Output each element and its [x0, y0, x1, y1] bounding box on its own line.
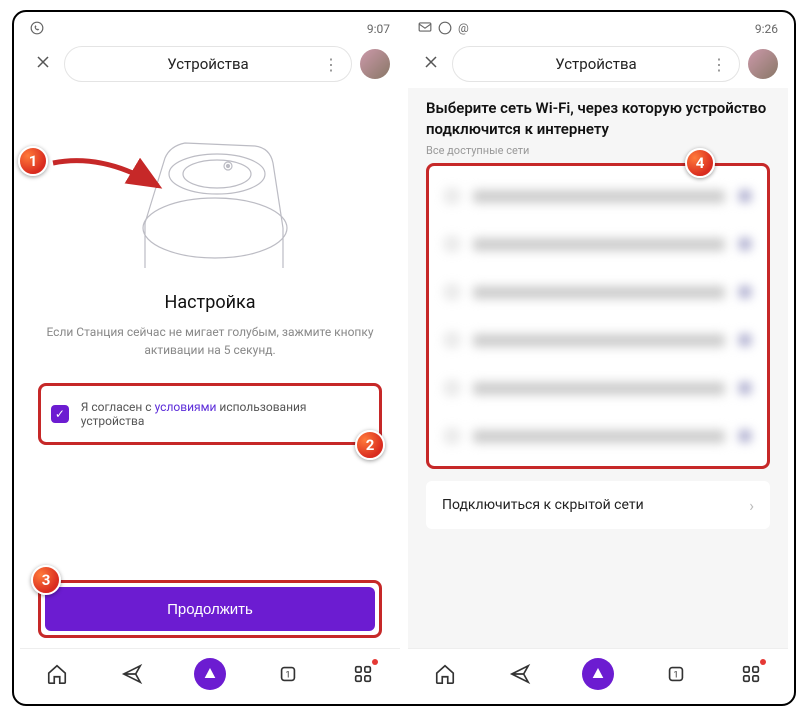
wifi-network-item[interactable] — [429, 364, 767, 412]
send-icon[interactable] — [119, 661, 145, 687]
svg-text:1: 1 — [285, 670, 290, 680]
send-icon[interactable] — [507, 661, 533, 687]
connect-hidden-network[interactable]: Подключиться к скрытой сети › — [426, 481, 770, 529]
callout-arrow — [48, 148, 168, 208]
phone-screen-setup: 9:07 Устройства ⋮ 1 — [20, 18, 400, 698]
callout-badge-4: 4 — [685, 148, 715, 178]
phone-screen-wifi: @ 9:26 Устройства ⋮ Выберите сеть Wi-Fi,… — [408, 18, 788, 698]
whatsapp-icon — [30, 21, 44, 38]
wifi-network-item[interactable] — [429, 172, 767, 220]
continue-highlight: 3 Продолжить — [38, 580, 382, 638]
header-title: Устройства — [555, 55, 636, 73]
status-time: 9:07 — [367, 22, 390, 36]
callout-badge-2: 2 — [355, 430, 385, 460]
continue-button[interactable]: Продолжить — [45, 587, 375, 631]
bottom-nav: 1 — [408, 648, 788, 698]
setup-subtitle: Если Станция сейчас не мигает голубым, з… — [38, 323, 382, 359]
more-icon[interactable]: ⋮ — [323, 55, 339, 74]
terms-text: Я согласен с условиями использования уст… — [81, 400, 369, 428]
avatar[interactable] — [748, 49, 778, 79]
header: Устройства ⋮ — [20, 40, 400, 88]
header-pill[interactable]: Устройства ⋮ — [64, 46, 352, 82]
wifi-prompt-title: Выберите сеть Wi-Fi, через которую устро… — [426, 98, 770, 140]
bottom-nav: 1 — [20, 648, 400, 698]
terms-row[interactable]: ✓ Я согласен с условиями использования у… — [38, 383, 382, 445]
header-pill[interactable]: Устройства ⋮ — [452, 46, 740, 82]
tabs-icon[interactable]: 1 — [663, 661, 689, 687]
header: Устройства ⋮ — [408, 40, 788, 88]
home-icon[interactable] — [432, 661, 458, 687]
terms-link[interactable]: условиями — [155, 400, 217, 414]
wifi-network-item[interactable] — [429, 268, 767, 316]
home-icon[interactable] — [44, 661, 70, 687]
services-icon[interactable] — [738, 661, 764, 687]
wifi-network-item[interactable] — [429, 412, 767, 460]
callout-badge-1: 1 — [18, 146, 48, 176]
more-icon[interactable]: ⋮ — [711, 55, 727, 74]
tabs-icon[interactable]: 1 — [275, 661, 301, 687]
chevron-right-icon: › — [749, 496, 754, 515]
status-bar: 9:07 — [20, 18, 400, 40]
alice-icon[interactable] — [582, 658, 614, 690]
at-icon: @ — [458, 21, 469, 38]
whatsapp-icon — [438, 21, 452, 38]
avatar[interactable] — [360, 49, 390, 79]
wifi-network-item[interactable] — [429, 316, 767, 364]
header-title: Устройства — [167, 55, 248, 73]
wifi-prompt-subtitle: Все доступные сети — [426, 144, 770, 157]
services-icon[interactable] — [350, 661, 376, 687]
close-button[interactable] — [30, 54, 56, 75]
close-button[interactable] — [418, 54, 444, 75]
alice-icon[interactable] — [194, 658, 226, 690]
tutorial-composite: 9:07 Устройства ⋮ 1 — [12, 10, 796, 706]
mail-icon — [418, 21, 432, 38]
terms-checkbox[interactable]: ✓ — [51, 405, 69, 423]
setup-title: Настройка — [38, 292, 382, 313]
callout-badge-3: 3 — [31, 565, 61, 595]
status-time: 9:26 — [755, 22, 778, 36]
wifi-network-list: 4 — [426, 163, 770, 469]
hidden-network-label: Подключиться к скрытой сети — [442, 497, 644, 513]
svg-text:1: 1 — [673, 670, 678, 680]
status-bar: @ 9:26 — [408, 18, 788, 40]
wifi-network-item[interactable] — [429, 220, 767, 268]
